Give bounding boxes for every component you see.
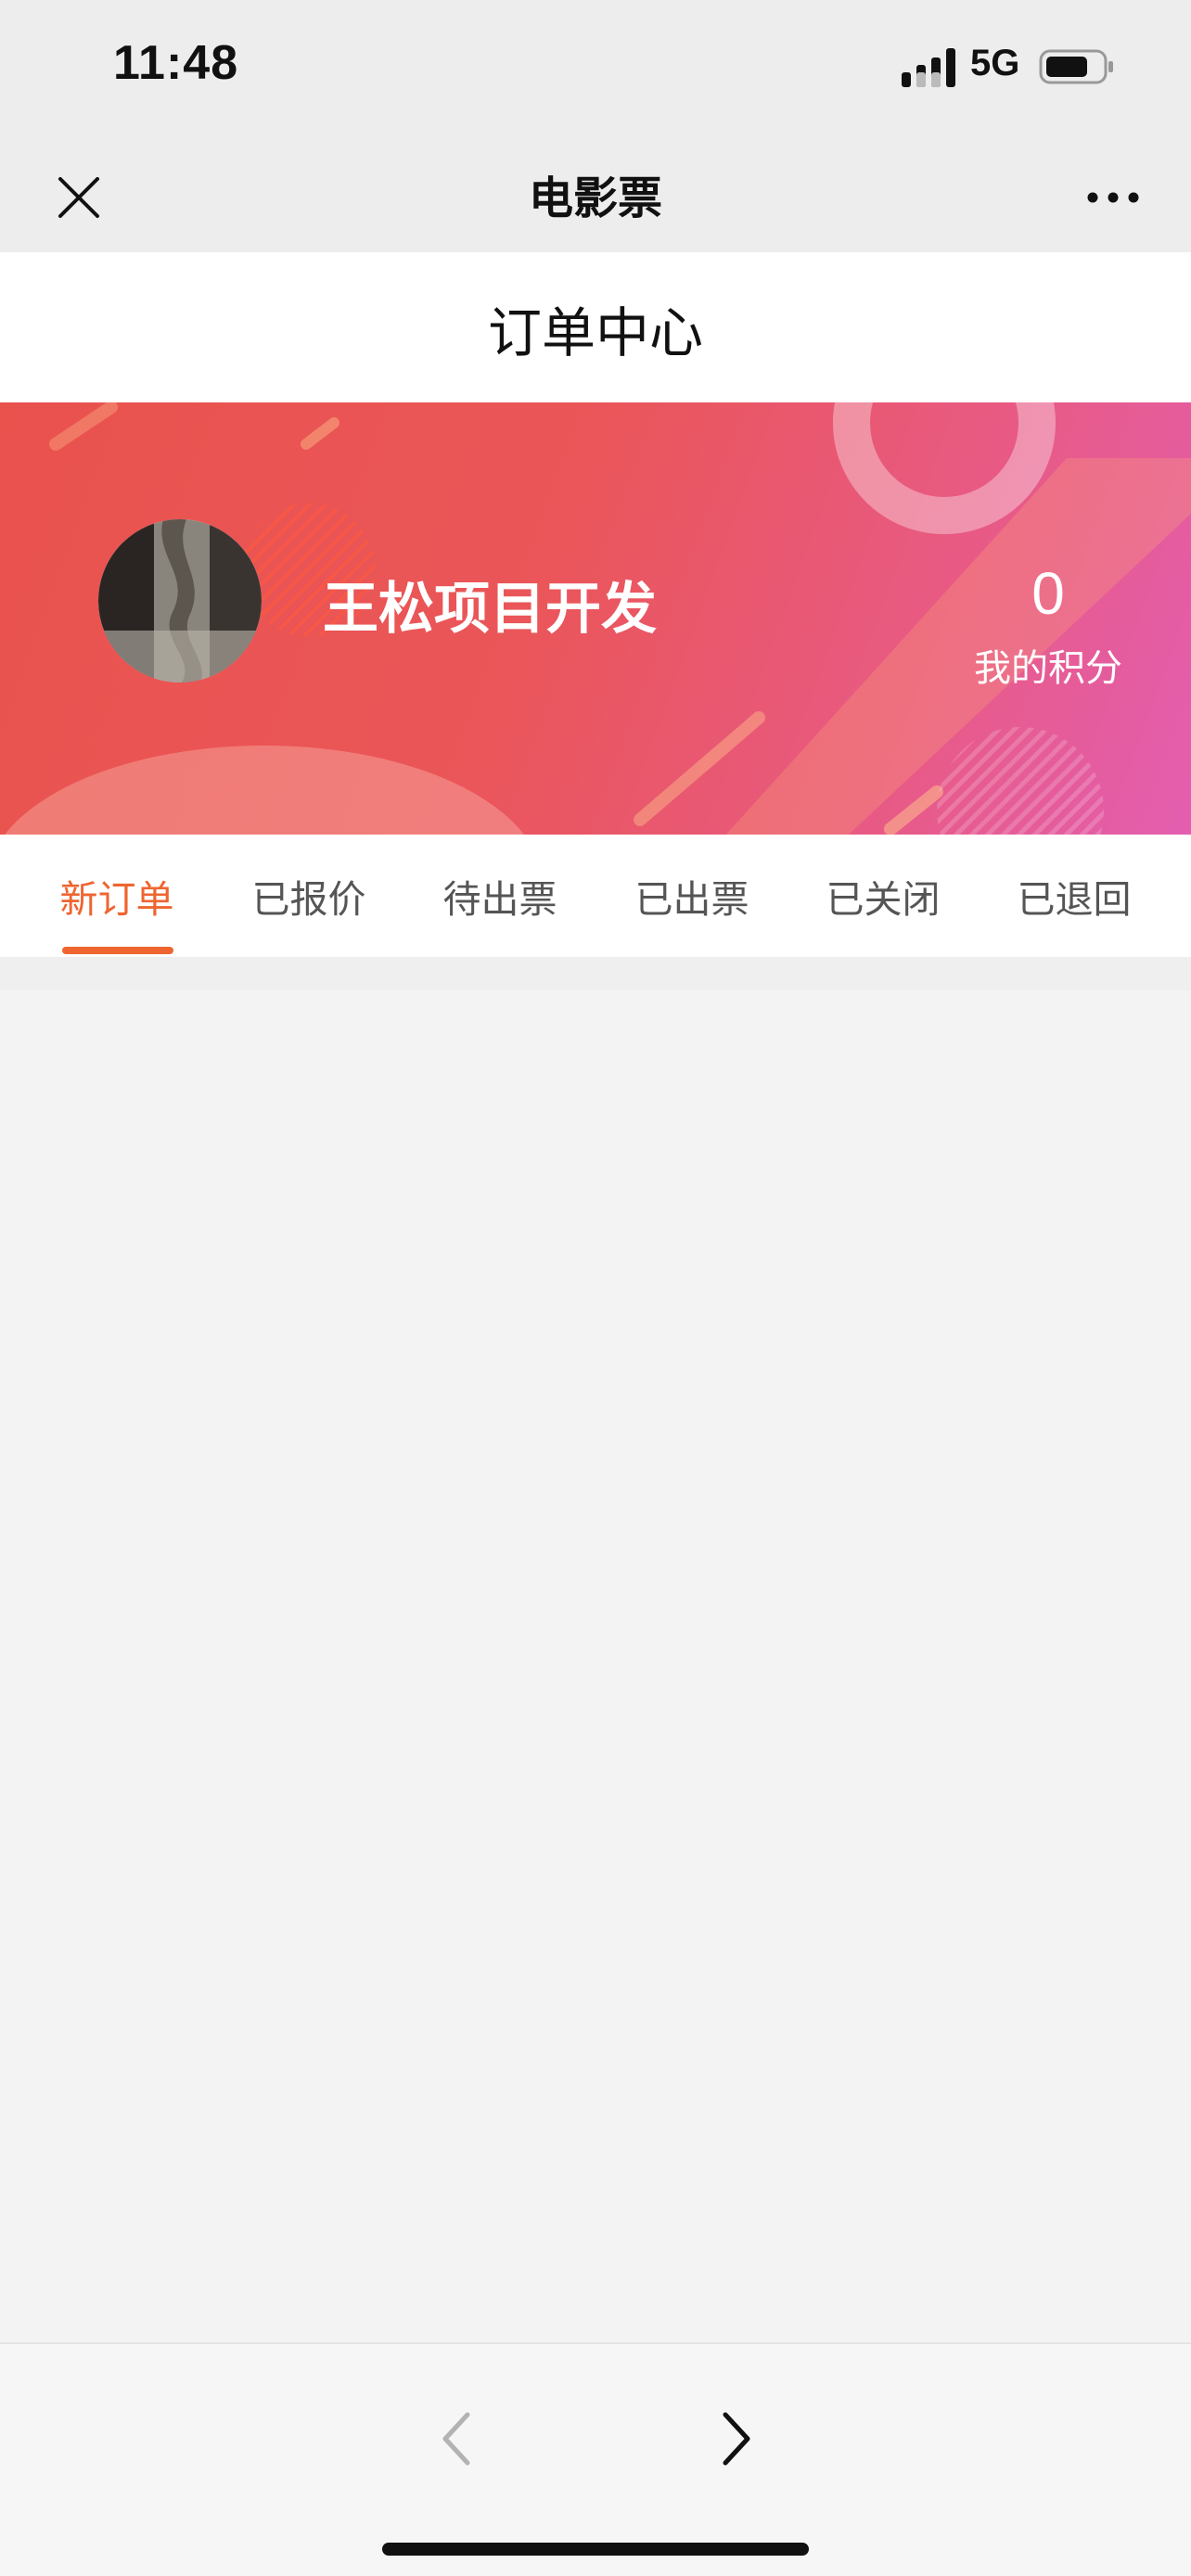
username: 王松项目开发 <box>323 577 657 642</box>
status-bar: 11:48 5G <box>0 0 1191 130</box>
points-block[interactable]: 0 我的积分 <box>955 560 1141 692</box>
page-title: 订单中心 <box>487 301 703 364</box>
status-time: 11:48 <box>113 36 239 90</box>
nav-bar: 电影票 <box>0 130 1191 252</box>
points-value: 0 <box>1031 560 1065 627</box>
tab-closed[interactable]: 已关闭 <box>809 835 957 957</box>
avatar[interactable] <box>98 519 262 682</box>
tab-new-orders[interactable]: 新订单 <box>43 835 191 957</box>
nav-title: 电影票 <box>528 172 662 224</box>
signal-icon <box>902 48 955 87</box>
avatar-image <box>98 519 262 682</box>
chevron-right-icon[interactable] <box>703 2402 768 2476</box>
tab-pending-ticket[interactable]: 待出票 <box>426 835 574 957</box>
more-button[interactable] <box>1076 165 1150 230</box>
points-label: 我的积分 <box>974 647 1122 690</box>
tab-ticketed[interactable]: 已出票 <box>618 835 766 957</box>
browser-bottom-bar <box>0 2342 1191 2576</box>
page-header: 订单中心 <box>0 252 1191 402</box>
order-status-tabs: 新订单 已报价 待出票 已出票 已关闭 已退回 <box>0 835 1191 957</box>
content-divider <box>0 957 1191 990</box>
more-dots-icon <box>1087 192 1139 203</box>
network-type: 5G <box>970 43 1020 83</box>
chevron-left-icon[interactable] <box>425 2402 490 2476</box>
home-indicator[interactable] <box>382 2543 809 2556</box>
tab-returned[interactable]: 已退回 <box>1000 835 1148 957</box>
profile-banner: 王松项目开发 0 我的积分 <box>0 402 1191 835</box>
battery-icon <box>1039 49 1113 84</box>
order-list-area <box>0 957 1191 2342</box>
tab-quoted[interactable]: 已报价 <box>235 835 383 957</box>
active-tab-indicator <box>62 947 173 954</box>
